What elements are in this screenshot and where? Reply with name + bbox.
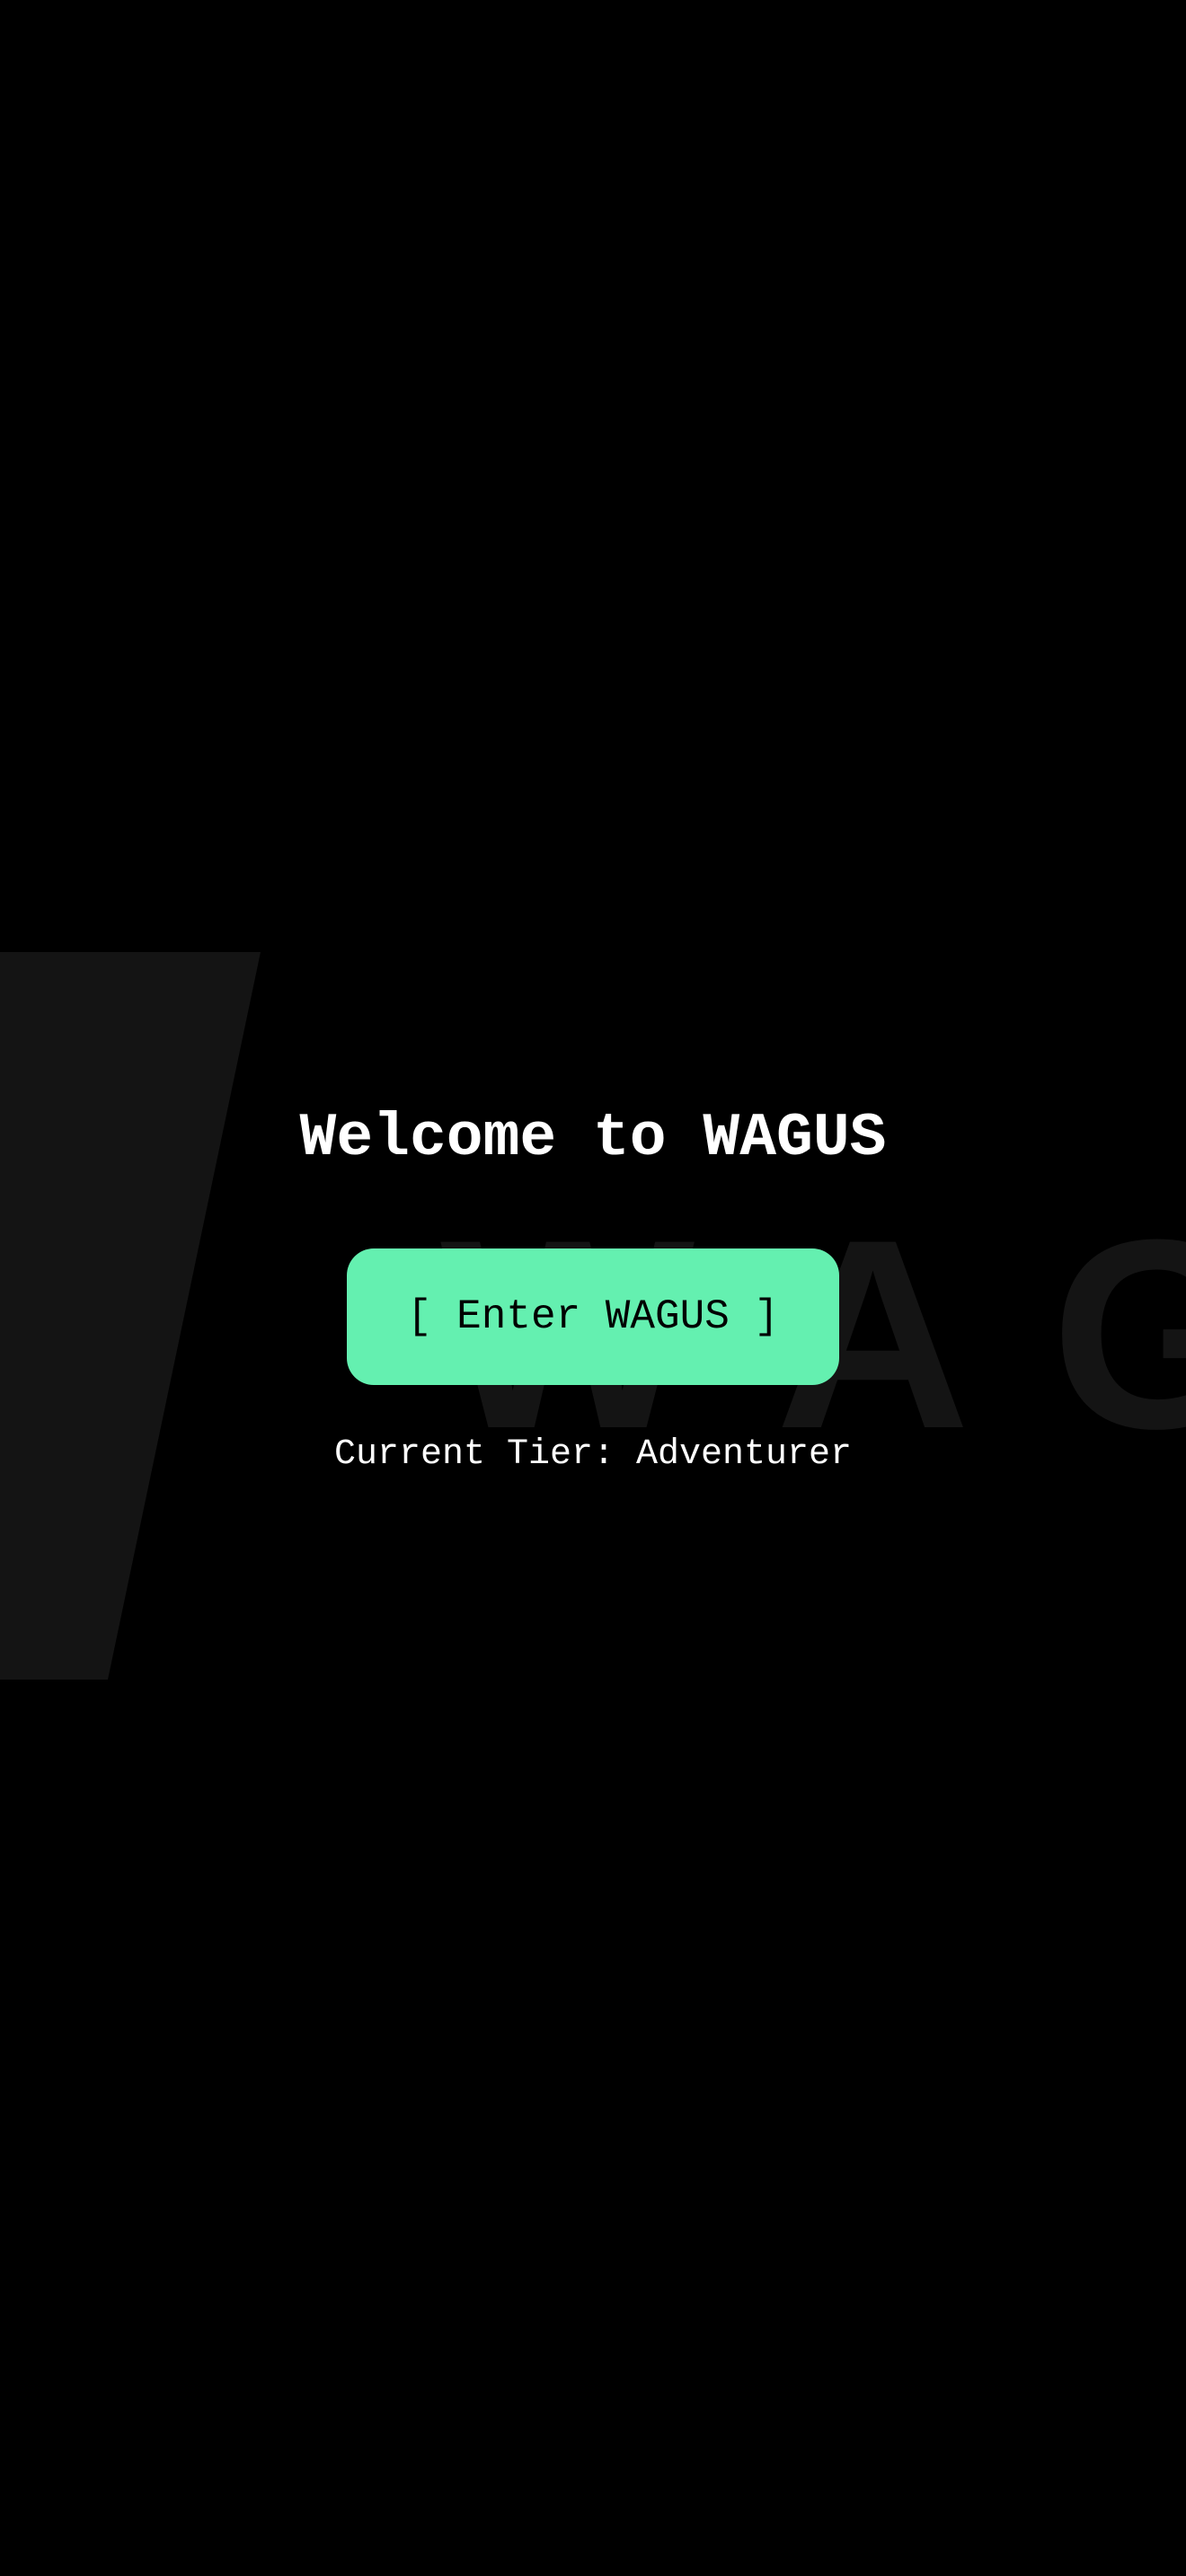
watermark-w-stroke [0, 952, 261, 1680]
current-tier-label: Current Tier: Adventurer [333, 1434, 853, 1475]
welcome-title: Welcome to WAGUS [299, 1104, 887, 1173]
welcome-screen: W A G Welcome to WAGUS [ Enter WAGUS ] C… [0, 0, 1186, 2576]
enter-wagus-button[interactable]: [ Enter WAGUS ] [347, 1248, 839, 1385]
